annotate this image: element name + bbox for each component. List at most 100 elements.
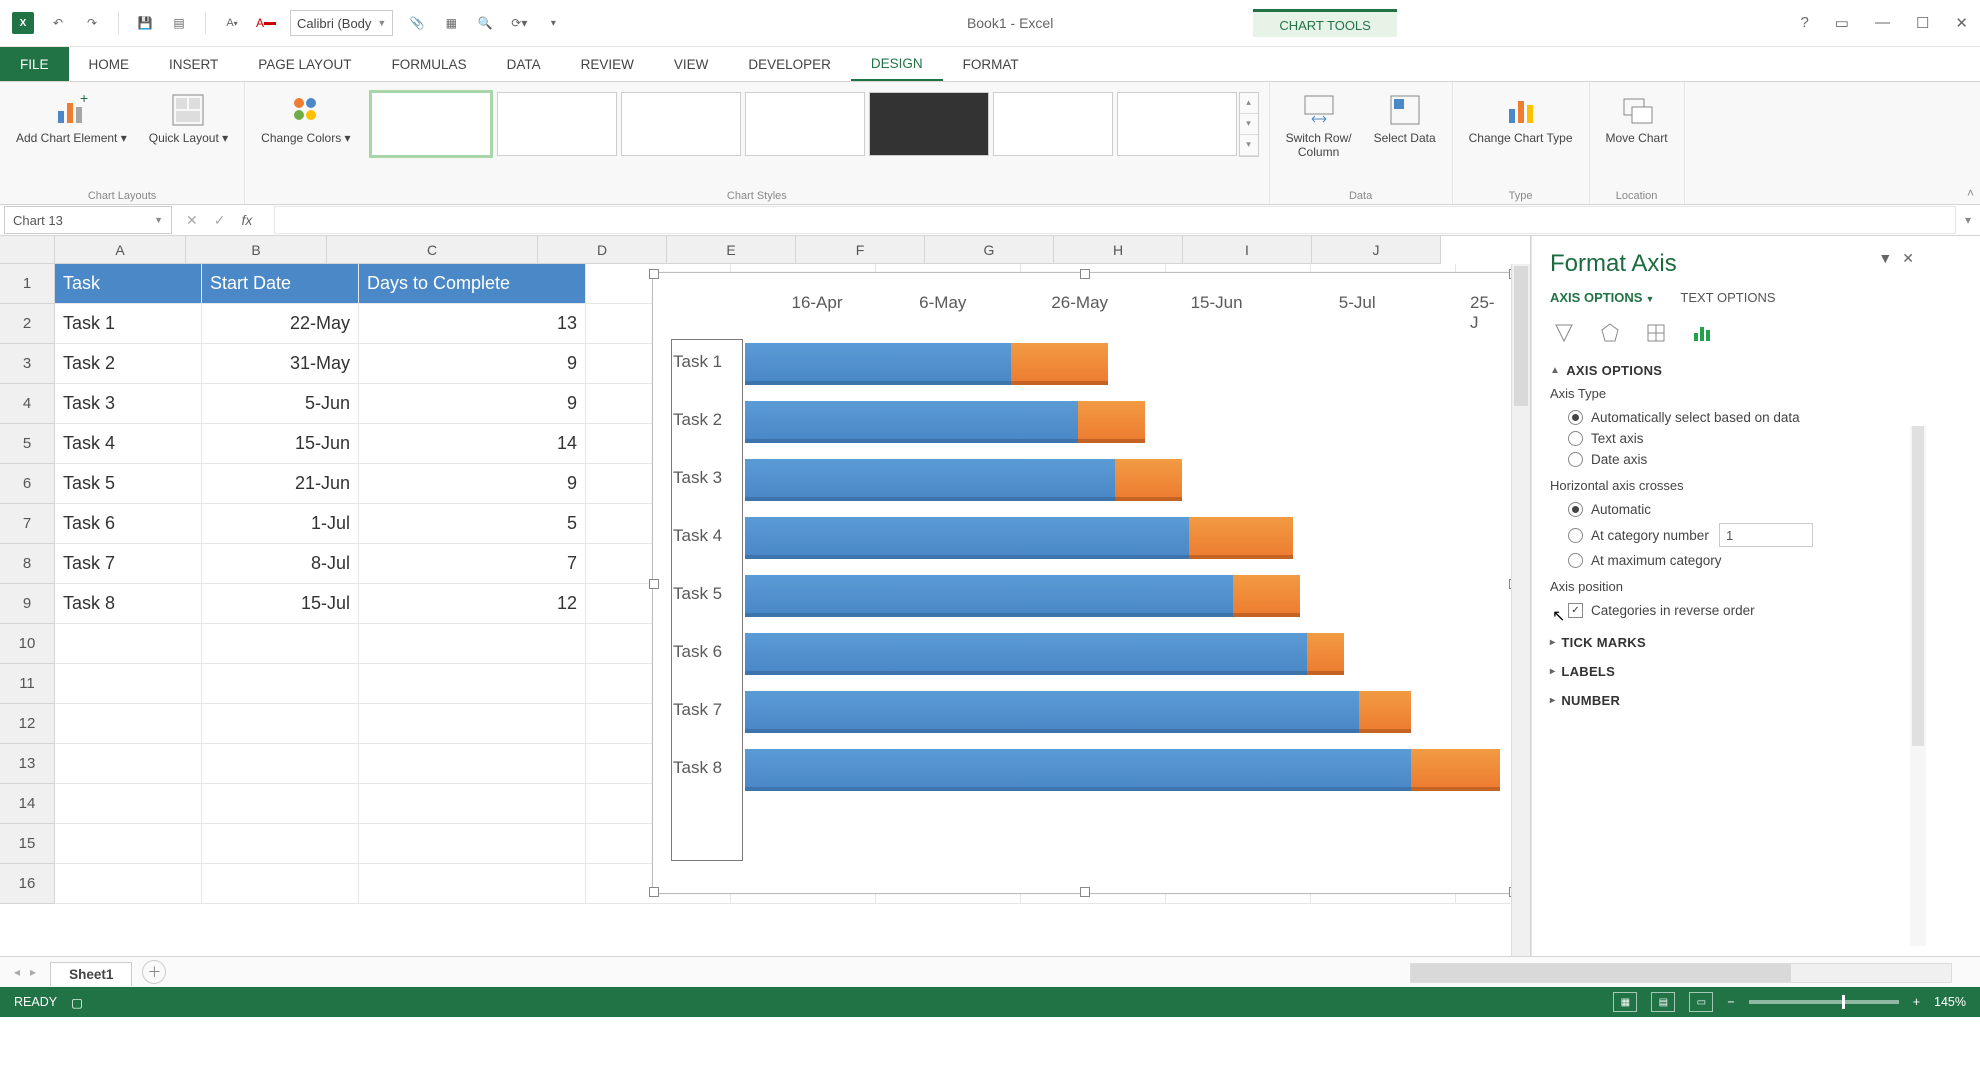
section-number[interactable]: ▸NUMBER [1550,693,1910,708]
cell[interactable]: 9 [359,464,586,504]
formula-input[interactable] [274,206,1956,234]
ribbon-options-icon[interactable]: ▭ [1835,14,1849,32]
cell[interactable]: Task 4 [55,424,202,464]
cell[interactable] [55,824,202,864]
chart-bar-row[interactable]: Task 6 [671,623,1509,681]
cell[interactable]: 15-Jun [202,424,359,464]
row-header[interactable]: 16 [0,864,55,904]
zoom-icon[interactable]: 🔍 [475,13,495,33]
chart-bar-row[interactable]: Task 8 [671,739,1509,797]
column-header[interactable]: F [796,236,925,264]
tab-home[interactable]: HOME [69,47,150,81]
cell[interactable] [359,664,586,704]
chart-bar-duration[interactable] [1411,749,1500,791]
chart-style-thumb[interactable] [497,92,617,156]
cell[interactable]: 14 [359,424,586,464]
add-sheet-button[interactable]: ＋ [142,960,166,984]
cell[interactable]: 15-Jul [202,584,359,624]
chart-style-thumb[interactable] [1117,92,1237,156]
column-header[interactable]: C [327,236,538,264]
sheet-nav-next-icon[interactable]: ▸ [30,965,36,979]
cell[interactable]: 21-Jun [202,464,359,504]
row-header[interactable]: 3 [0,344,55,384]
tab-formulas[interactable]: FORMULAS [372,47,487,81]
tab-developer[interactable]: DEVELOPER [728,47,851,81]
cell[interactable] [359,744,586,784]
chart-styles-gallery[interactable]: ▴▾▾ [367,88,1259,160]
change-colors-button[interactable]: Change Colors ▾ [255,88,356,150]
select-data-button[interactable]: Select Data [1368,88,1442,150]
column-header[interactable]: A [55,236,186,264]
column-header[interactable]: I [1183,236,1312,264]
radio-date-axis[interactable]: Date axis [1550,449,1910,470]
chart-style-thumb[interactable] [621,92,741,156]
macro-record-icon[interactable]: ▢ [71,995,83,1010]
cell[interactable]: Task 6 [55,504,202,544]
radio-crosses-category-number[interactable]: At category number [1550,520,1910,550]
row-header[interactable]: 2 [0,304,55,344]
view-normal-icon[interactable]: ▦ [1613,992,1637,1012]
chart-bar-row[interactable]: Task 7 [671,681,1509,739]
chart-bar-start[interactable] [745,575,1233,617]
switch-row-column-button[interactable]: Switch Row/ Column [1280,88,1358,164]
column-header[interactable]: J [1312,236,1441,264]
maximize-icon[interactable]: ☐ [1916,14,1929,32]
add-chart-element-button[interactable]: + Add Chart Element ▾ [10,88,133,150]
cell[interactable] [202,864,359,904]
chart-styles-scroll[interactable]: ▴▾▾ [1239,92,1259,157]
quick-layout-button[interactable]: Quick Layout ▾ [143,88,234,150]
save-icon[interactable]: 💾 [135,13,155,33]
cell[interactable]: Task 1 [55,304,202,344]
cell[interactable]: 12 [359,584,586,624]
radio-text-axis[interactable]: Text axis [1550,428,1910,449]
tab-data[interactable]: DATA [487,47,561,81]
zoom-in-icon[interactable]: + [1913,995,1920,1009]
chart-style-thumb[interactable] [869,92,989,156]
cell[interactable]: Task 5 [55,464,202,504]
chart-bar-start[interactable] [745,691,1359,733]
attach-icon[interactable]: 📎 [407,13,427,33]
cell[interactable]: Task 2 [55,344,202,384]
radio-crosses-automatic[interactable]: Automatic [1550,499,1910,520]
font-name-combo[interactable]: Calibri (Body▼ [290,10,393,36]
cell[interactable]: 7 [359,544,586,584]
column-header[interactable]: H [1054,236,1183,264]
name-box[interactable]: Chart 13▼ [4,206,172,234]
cell[interactable] [359,864,586,904]
cell[interactable] [55,624,202,664]
cell[interactable]: 22-May [202,304,359,344]
chart-style-thumb[interactable] [993,92,1113,156]
row-header[interactable]: 7 [0,504,55,544]
cell[interactable] [202,664,359,704]
chart-bar-row[interactable]: Task 3 [671,449,1509,507]
row-header[interactable]: 6 [0,464,55,504]
tab-file[interactable]: FILE [0,47,69,81]
fill-line-icon[interactable] [1550,319,1578,347]
radio-crosses-maximum[interactable]: At maximum category [1550,550,1910,571]
category-number-input[interactable] [1719,523,1813,547]
horizontal-scrollbar[interactable] [1410,963,1952,983]
formula-enter-icon[interactable]: ✓ [214,212,226,229]
cell[interactable]: 9 [359,344,586,384]
chart-bar-row[interactable]: Task 2 [671,391,1509,449]
move-chart-button[interactable]: Move Chart [1600,88,1674,150]
column-header[interactable]: E [667,236,796,264]
row-header[interactable]: 15 [0,824,55,864]
row-header[interactable]: 1 [0,264,55,304]
section-tick-marks[interactable]: ▸TICK MARKS [1550,635,1910,650]
cell[interactable]: Task 7 [55,544,202,584]
chart-bar-duration[interactable] [1011,343,1107,385]
chart-bar-duration[interactable] [1233,575,1300,617]
row-header[interactable]: 5 [0,424,55,464]
row-header[interactable]: 8 [0,544,55,584]
formula-cancel-icon[interactable]: ✕ [186,212,198,229]
sheet-tab[interactable]: Sheet1 [50,962,132,986]
checkbox-categories-reverse[interactable]: ✓Categories in reverse order ↖ [1550,600,1910,621]
tab-design[interactable]: DESIGN [851,47,943,81]
worksheet-area[interactable]: ABCDEFGHIJ 1TaskStart DateDays to Comple… [0,236,1531,956]
chart-bar-row[interactable]: Task 5 [671,565,1509,623]
axis-options-icon[interactable] [1688,319,1716,347]
chart-bar-start[interactable] [745,459,1115,501]
size-properties-icon[interactable] [1642,319,1670,347]
select-all-corner[interactable] [0,236,55,264]
